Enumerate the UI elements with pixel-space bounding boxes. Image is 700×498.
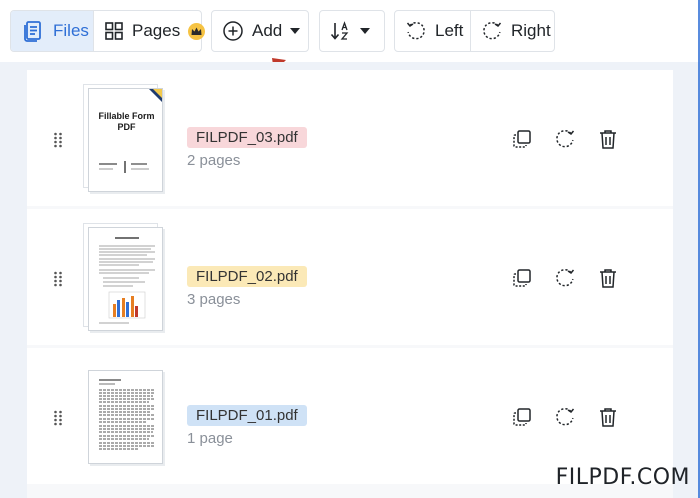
file-thumbnail[interactable] xyxy=(88,227,163,331)
caret-down-icon xyxy=(360,28,370,34)
file-thumbnail[interactable] xyxy=(88,370,163,464)
files-icon xyxy=(24,21,41,42)
file-row[interactable]: FILPDF_01.pdf 1 page xyxy=(27,348,673,484)
duplicate-icon[interactable] xyxy=(511,128,533,150)
file-page-count: 2 pages xyxy=(187,152,241,169)
grid-icon xyxy=(105,22,123,40)
trash-icon[interactable] xyxy=(597,128,619,150)
file-row[interactable]: Fillable Form PDF FILPDF_03.pdf 2 pages xyxy=(27,70,673,206)
drag-handle-icon[interactable] xyxy=(53,271,63,287)
drag-handle-icon[interactable] xyxy=(53,410,63,426)
add-button[interactable]: Add xyxy=(212,11,308,51)
sort-button[interactable] xyxy=(320,11,384,51)
rotate-right-label: Right xyxy=(511,21,551,40)
rotate-group: Left Right xyxy=(394,10,555,52)
files-view-button[interactable]: Files xyxy=(11,11,93,51)
view-toggle-group: Files Pages xyxy=(10,10,206,52)
duplicate-icon[interactable] xyxy=(511,267,533,289)
trash-icon[interactable] xyxy=(597,267,619,289)
thumbnail-title: Fillable Form PDF xyxy=(98,111,155,132)
file-list-area: Fillable Form PDF FILPDF_03.pdf 2 pages xyxy=(0,62,700,498)
rotate-right-button[interactable]: Right xyxy=(470,11,561,51)
file-list: Fillable Form PDF FILPDF_03.pdf 2 pages xyxy=(27,70,673,498)
file-page-count: 1 page xyxy=(187,430,233,447)
thumbnail-document-preview xyxy=(99,237,155,324)
rotate-file-icon[interactable] xyxy=(554,267,576,289)
file-name-badge: FILPDF_02.pdf xyxy=(187,266,307,287)
add-group: Add xyxy=(211,10,309,52)
watermark: FILPDF.COM xyxy=(555,465,690,490)
plus-circle-icon xyxy=(223,21,243,41)
toolbar: Files Pages Add Left Right xyxy=(0,0,700,62)
rotate-left-button[interactable]: Left xyxy=(395,11,470,51)
caret-down-icon xyxy=(290,28,301,34)
drag-handle-icon[interactable] xyxy=(53,132,63,148)
rotate-file-icon[interactable] xyxy=(554,406,576,428)
file-page-count: 3 pages xyxy=(187,291,241,308)
rotate-left-icon xyxy=(406,21,425,40)
thumbnail-document-preview xyxy=(99,379,155,450)
duplicate-icon[interactable] xyxy=(511,406,533,428)
rotate-left-label: Left xyxy=(435,21,464,40)
trash-icon[interactable] xyxy=(597,406,619,428)
pages-view-label: Pages xyxy=(132,21,181,40)
pages-view-button[interactable]: Pages xyxy=(93,11,215,51)
rotate-file-icon[interactable] xyxy=(554,128,576,150)
file-row[interactable]: FILPDF_02.pdf 3 pages xyxy=(27,209,673,345)
sort-az-icon xyxy=(330,21,349,40)
thumbnail-corner-decoration xyxy=(99,89,162,173)
add-label: Add xyxy=(252,21,283,40)
rotate-right-icon xyxy=(483,21,502,40)
file-name-badge: FILPDF_01.pdf xyxy=(187,405,307,426)
file-thumbnail[interactable]: Fillable Form PDF xyxy=(88,88,163,192)
crown-icon xyxy=(188,22,206,40)
sort-group xyxy=(319,10,385,52)
files-view-label: Files xyxy=(53,21,89,40)
file-name-badge: FILPDF_03.pdf xyxy=(187,127,307,148)
